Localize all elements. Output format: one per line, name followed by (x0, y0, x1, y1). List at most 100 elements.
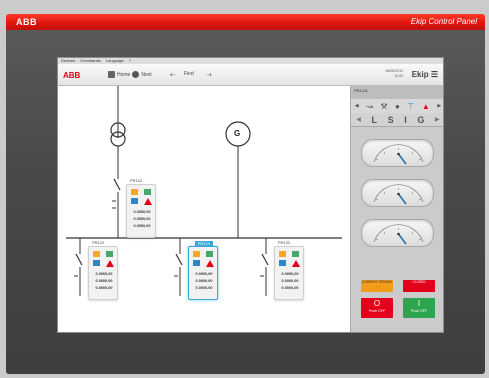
gauge-dial (373, 184, 424, 205)
warning-icon[interactable]: ▲ (422, 102, 430, 111)
touch-screen: Devices Commands Language ? ABB Home Nex… (57, 57, 444, 333)
breaker-card-right[interactable]: PR122 0.0000,00 0.0000,00 0.0000,00 (274, 240, 304, 300)
status-green-icon (292, 251, 299, 257)
alarm-icon (292, 260, 300, 267)
device-panel-title: Ekip Control Panel (410, 17, 477, 26)
closed-status-button[interactable]: CLOSED (403, 280, 435, 292)
menu-lines-icon: ☰ (430, 70, 438, 79)
device-detail-panel: PR121L ◀ ↝ ⚒ ● ⊤ ▲ ▶ ◀ L S I G ▶ CURRENT… (350, 86, 443, 332)
feeder-1-switch (75, 253, 83, 266)
info-icon (193, 260, 200, 266)
home-icon (108, 71, 115, 78)
menu-language[interactable]: Language (106, 58, 124, 63)
breaker-value: 0.0000,00 (95, 272, 113, 276)
toolbar: ABB Home Next ⇠ Find ⇢ 06/05/2013 10:00 … (58, 64, 443, 86)
opened-status-button[interactable]: CURRENT OPENED (361, 280, 393, 292)
breaker-value: 0.0000,00 (95, 279, 113, 283)
info-icon (131, 198, 138, 204)
status-orange-icon (93, 251, 100, 257)
breaker-card-top[interactable]: PR122 0.0000,00 0.0000,00 0.0000,00 (126, 178, 156, 238)
status-date: 06/05/2013 (385, 69, 403, 73)
tab-s[interactable]: S (388, 115, 394, 125)
breaker-value: 0.0000,00 (281, 279, 299, 283)
close-button-label: Push OFF (410, 309, 428, 313)
gauge-dial (373, 144, 424, 165)
open-button-label: Push OFF (368, 309, 386, 313)
feeder-2-switch (175, 253, 183, 266)
wrench-icon[interactable]: ⚒ (380, 102, 387, 111)
dial-icon[interactable]: ● (395, 102, 400, 111)
breaker-card-title: PR122 (92, 240, 105, 245)
scroll-right-icon[interactable]: ▶ (437, 103, 441, 109)
next-label: Next (141, 71, 152, 78)
arrow-left-icon: ⇠ (170, 72, 176, 79)
breaker-card-title: PR122 (278, 240, 291, 245)
arrow-right-icon: ⇢ (206, 72, 212, 79)
breaker-value: 0.0000,00 (195, 272, 213, 276)
toolbar-logo: ABB (63, 71, 81, 80)
top-breaker-switch (113, 178, 121, 191)
breaker-value: 0.0000,00 (281, 272, 299, 276)
breaker-value: 0.0000,00 (133, 210, 151, 214)
status-green-icon (106, 251, 113, 257)
tab-i[interactable]: I (404, 115, 407, 125)
breaker-card-title: PR122 (130, 178, 143, 183)
open-breaker-button[interactable]: O Push OFF (361, 298, 393, 318)
tab-next-icon[interactable]: ▶ (435, 116, 440, 123)
device-name: PR121L (354, 88, 369, 93)
single-line-diagram: PR122 0.0000,00 0.0000,00 0.0000,00 PR12… (58, 86, 350, 332)
detail-panel-header: PR121L (351, 86, 443, 99)
gauge-power (361, 219, 434, 247)
temperature-icon[interactable]: ⊤ (407, 102, 414, 111)
menu-devices[interactable]: Devices (61, 58, 75, 63)
breaker-card-title: PR121 (195, 241, 213, 246)
ekip-menu-button[interactable]: Ekip ☰ (412, 70, 438, 79)
tool-strip: ◀ ↝ ⚒ ● ⊤ ▲ ▶ (351, 99, 443, 113)
status-green-icon (206, 251, 213, 257)
protection-tabs: ◀ L S I G ▶ (351, 113, 443, 127)
find-button[interactable]: Find (184, 71, 194, 77)
breaker-value: 0.0000,00 (95, 286, 113, 290)
tab-prev-icon[interactable]: ◀ (356, 116, 361, 123)
status-datetime: 06/05/2013 10:00 (385, 69, 403, 78)
find-label: Find (184, 71, 194, 77)
breaker-card-center-selected[interactable]: PR121 0.0000,00 0.0000,00 0.0000,00 (188, 241, 218, 300)
info-icon (279, 260, 286, 266)
alarm-icon (206, 260, 214, 267)
breaker-value: 0.0000,00 (133, 217, 151, 221)
breaker-card-left[interactable]: PR122 0.0000,00 0.0000,00 0.0000,00 (88, 240, 118, 300)
generator-label: G (234, 129, 241, 138)
measure-icon[interactable]: ↝ (366, 102, 373, 111)
scroll-left-icon[interactable]: ◀ (355, 103, 359, 109)
close-breaker-button[interactable]: I Push OFF (403, 298, 435, 318)
menu-help[interactable]: ? (129, 58, 131, 63)
open-symbol-icon: O (373, 299, 381, 308)
gauge-current (361, 139, 434, 167)
status-orange-icon (193, 251, 200, 257)
ekip-label: Ekip (411, 70, 429, 79)
device-bezel: ABB Ekip Control Panel Devices Commands … (0, 0, 489, 378)
device-brand-logo: ABB (16, 17, 37, 27)
home-button[interactable]: Home Next (108, 71, 152, 78)
tab-g[interactable]: G (417, 115, 424, 125)
gauge-dial (373, 224, 424, 245)
next-icon (132, 71, 140, 78)
forward-button[interactable]: ⇢ (206, 71, 212, 79)
status-time: 10:00 (394, 73, 403, 78)
gauge-voltage (361, 179, 434, 207)
status-orange-icon (279, 251, 286, 257)
alarm-icon (144, 198, 152, 205)
menu-commands[interactable]: Commands (80, 58, 100, 63)
feeder-3-switch (261, 253, 269, 266)
status-green-icon (144, 189, 151, 195)
back-button[interactable]: ⇠ (170, 71, 176, 79)
breaker-value: 0.0000,00 (281, 286, 299, 290)
close-symbol-icon: I (417, 299, 421, 308)
breaker-value: 0.0000,00 (133, 224, 151, 228)
alarm-icon (106, 260, 114, 267)
breaker-value: 0.0000,00 (195, 286, 213, 290)
info-icon (93, 260, 100, 266)
home-label: Home (117, 71, 131, 78)
tab-l[interactable]: L (372, 115, 378, 125)
status-orange-icon (131, 189, 138, 195)
